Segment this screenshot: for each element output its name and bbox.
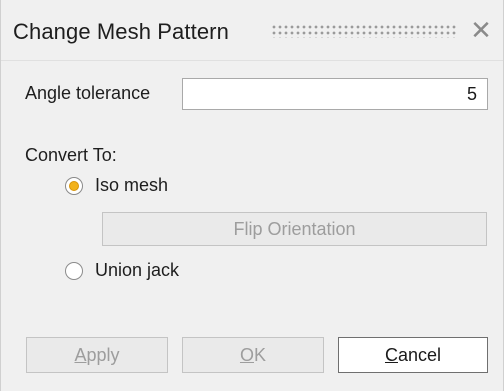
change-mesh-pattern-dialog: Change Mesh Pattern ✕ Angle tolerance Co…	[0, 0, 504, 391]
ok-mnemonic: O	[239, 344, 254, 365]
title-divider	[1, 60, 503, 61]
radio-selected-dot	[69, 180, 79, 191]
iso-mesh-radio-button[interactable]	[65, 176, 83, 195]
apply-label: pply	[86, 344, 120, 365]
union-jack-radio-button[interactable]	[65, 261, 83, 280]
cancel-button[interactable]: Cancel	[338, 337, 488, 373]
cancel-mnemonic: C	[384, 344, 398, 365]
dialog-title: Change Mesh Pattern	[13, 19, 229, 44]
iso-mesh-radio-option[interactable]: Iso mesh	[65, 175, 168, 196]
iso-mesh-label: Iso mesh	[95, 175, 169, 195]
cancel-label: ancel	[397, 344, 442, 365]
ok-label: K	[254, 344, 267, 365]
flip-orientation-label: Flip Orientation	[233, 218, 356, 239]
apply-button[interactable]: Apply	[26, 337, 168, 373]
apply-mnemonic: A	[74, 344, 87, 365]
drag-grip-icon[interactable]	[271, 24, 457, 38]
union-jack-radio-option[interactable]: Union jack	[65, 260, 179, 281]
union-jack-label: Union jack	[95, 260, 180, 280]
convert-to-label: Convert To:	[25, 145, 117, 165]
close-icon[interactable]: ✕	[465, 14, 497, 46]
title-bar[interactable]: Change Mesh Pattern ✕	[1, 0, 503, 60]
angle-tolerance-input[interactable]	[182, 78, 488, 110]
ok-button[interactable]: OK	[182, 337, 324, 373]
angle-tolerance-label: Angle tolerance	[25, 83, 151, 103]
flip-orientation-button[interactable]: Flip Orientation	[102, 212, 487, 246]
